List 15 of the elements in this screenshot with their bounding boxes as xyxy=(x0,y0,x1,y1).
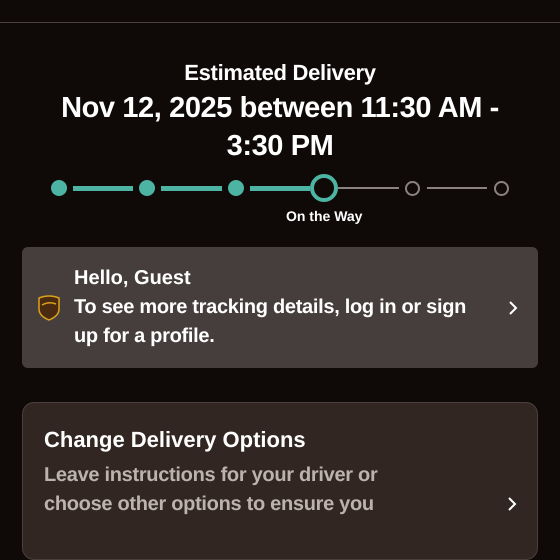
progress-segment xyxy=(250,186,310,190)
login-message: To see more tracking details, log in or sign up for a profile. xyxy=(74,295,468,349)
progress-segment xyxy=(73,186,134,190)
delivery-heading: Estimated Delivery xyxy=(184,59,376,87)
delivery-options-card[interactable]: Change Delivery Options Leave instructions for your driver or choose other options to ensure you xyxy=(22,402,538,560)
chevron-icon xyxy=(507,497,517,511)
shield-icon xyxy=(38,294,60,320)
card-description: Leave instructions for your driver or choose other options to ensure you xyxy=(44,463,378,517)
delivery-date: Nov 12, 2025 between 11:30 AM - 3:30 PM xyxy=(60,91,500,164)
step-label: On the Way xyxy=(286,208,362,224)
chevron-icon xyxy=(508,300,518,314)
card-title: Change Delivery Options xyxy=(44,426,307,454)
guest-card[interactable]: Hello, Guest To see more tracking details, log in or sign up for a profile. xyxy=(22,247,538,368)
greeting: Hello, Guest xyxy=(74,266,192,291)
progress-segment xyxy=(161,186,222,190)
